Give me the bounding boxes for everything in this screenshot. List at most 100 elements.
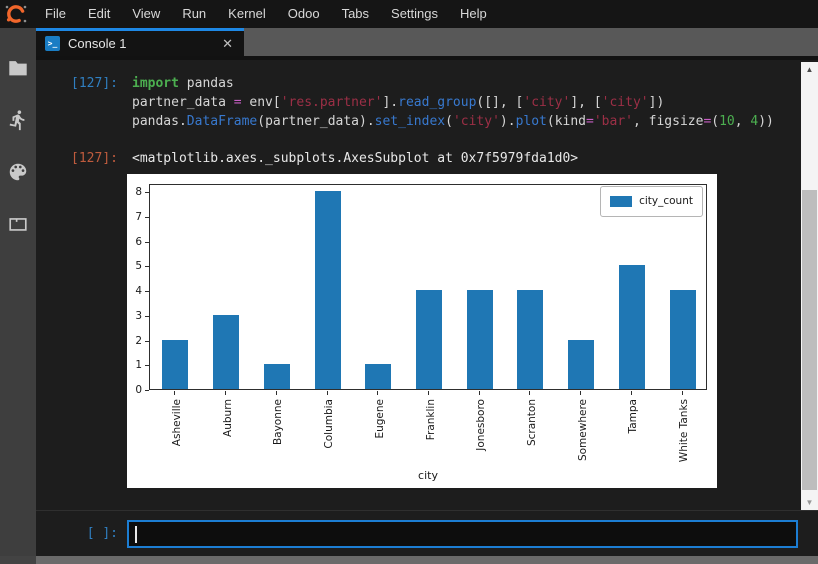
tab-close-icon[interactable]: ✕	[220, 36, 235, 52]
menu-item-help[interactable]: Help	[449, 0, 498, 28]
menu-item-file[interactable]: File	[34, 0, 77, 28]
x-tick-label-text: Somewhere	[574, 399, 593, 461]
code-token-plain: ).	[500, 114, 516, 129]
code-token-op: =	[234, 95, 242, 110]
code-token-str: 'city'	[523, 95, 570, 110]
output-text: <matplotlib.axes._subplots.AxesSubplot a…	[127, 149, 801, 168]
code-token-op: =	[586, 114, 594, 129]
code-line: import pandas	[132, 74, 801, 93]
x-tick-label-text: Eugene	[371, 399, 390, 439]
bar-white-tanks	[670, 290, 696, 389]
x-tick-label: Scranton	[523, 398, 570, 418]
file-browser-icon[interactable]	[0, 42, 36, 94]
x-tick-mark	[225, 391, 226, 395]
x-tick-mark	[276, 391, 277, 395]
y-tick-label: 7	[127, 210, 142, 224]
code-token-plain: ], [	[570, 95, 601, 110]
menu-item-settings[interactable]: Settings	[380, 0, 449, 28]
menu-item-odoo[interactable]: Odoo	[277, 0, 331, 28]
console-input[interactable]	[127, 520, 798, 548]
code-token-plain: (kind	[547, 114, 586, 129]
code-cell[interactable]: [127]: import pandaspartner_data = env['…	[36, 74, 801, 131]
x-tick-label: Bayonne	[269, 398, 315, 418]
scroll-up-arrow-icon[interactable]: ▲	[801, 62, 818, 77]
command-palette-icon[interactable]	[0, 146, 36, 198]
x-tick-mark	[580, 391, 581, 395]
menu-items: FileEditViewRunKernelOdooTabsSettingsHel…	[34, 0, 498, 28]
chart-legend: city_count	[600, 186, 703, 217]
x-tick-mark	[682, 391, 683, 395]
code-token-str: 'city'	[602, 95, 649, 110]
code-editor[interactable]: import pandas partner_data = env['res.par…	[127, 74, 801, 131]
code-token-str: 'bar'	[594, 114, 633, 129]
code-token-plain: pandas.	[132, 114, 187, 129]
legend-label: city_count	[639, 192, 693, 211]
code-token-kw: import	[132, 76, 179, 91]
menu-item-run[interactable]: Run	[171, 0, 217, 28]
bar-columbia	[315, 191, 341, 389]
status-bar	[0, 556, 818, 564]
y-tick-mark	[145, 390, 149, 391]
code-token-plain: env[	[242, 95, 281, 110]
code-token-fn: read_group	[398, 95, 476, 110]
code-token-num: 10	[719, 114, 735, 129]
x-tick-mark	[428, 391, 429, 395]
menu-item-kernel[interactable]: Kernel	[217, 0, 277, 28]
code-token-fn: plot	[516, 114, 547, 129]
vertical-scrollbar[interactable]: ▲ ▼	[801, 62, 818, 510]
x-tick-label: Columbia	[320, 398, 370, 418]
console-panel: [127]: import pandaspartner_data = env['…	[36, 60, 818, 510]
code-token-plain: , figsize	[633, 114, 703, 129]
x-tick-label: White Tanks	[675, 398, 738, 418]
menu-item-view[interactable]: View	[121, 0, 171, 28]
bar-eugene	[365, 364, 391, 389]
code-token-plain: (	[445, 114, 453, 129]
scroll-down-arrow-icon[interactable]: ▼	[801, 495, 818, 510]
x-tick-label: Franklin	[422, 398, 463, 418]
code-token-fn: DataFrame	[187, 114, 257, 129]
status-bar-right	[36, 556, 818, 564]
output-cell: [127]: <matplotlib.axes._subplots.AxesSu…	[36, 149, 801, 168]
new-input-prompt: [ ]:	[36, 526, 127, 541]
jupyterlab-window: FileEditViewRunKernelOdooTabsSettingsHel…	[0, 0, 818, 564]
status-bar-left	[0, 556, 36, 564]
y-tick-label: 3	[127, 309, 142, 323]
y-tick-mark	[145, 291, 149, 292]
text-caret	[135, 526, 137, 543]
code-token-plain: ])	[649, 95, 665, 110]
x-tick-label: Eugene	[371, 398, 411, 418]
menu-item-tabs[interactable]: Tabs	[331, 0, 380, 28]
y-tick-label: 5	[127, 259, 142, 273]
code-token-plain: partner_data	[132, 95, 234, 110]
y-tick-mark	[145, 316, 149, 317]
code-token-plain: pandas	[179, 76, 234, 91]
output-prompt: [127]:	[36, 149, 127, 168]
odoo-logo-icon	[4, 2, 28, 26]
figure-prompt-spacer	[36, 174, 127, 488]
console-input-area: [ ]:	[36, 510, 818, 556]
bar-asheville	[162, 340, 188, 389]
code-token-str: 'city'	[453, 114, 500, 129]
x-tick-label-text: Tampa	[624, 399, 643, 433]
code-token-str: 'res.partner'	[281, 95, 383, 110]
scrollbar-thumb[interactable]	[802, 190, 817, 490]
open-tabs-icon[interactable]	[0, 198, 36, 250]
x-tick-label: Auburn	[219, 398, 257, 418]
x-tick-label-text: Scranton	[523, 399, 542, 446]
y-tick-label: 1	[127, 358, 142, 372]
running-sessions-icon[interactable]	[0, 94, 36, 146]
x-tick-label-text: Asheville	[168, 399, 187, 446]
x-tick-label-text: Jonesboro	[472, 399, 491, 451]
x-tick-label: Asheville	[168, 398, 215, 418]
menu-item-edit[interactable]: Edit	[77, 0, 121, 28]
figure-output-row: 012345678AshevilleAuburnBayonneColumbiaE…	[36, 174, 801, 488]
y-tick-label: 0	[127, 383, 142, 397]
code-line: pandas.DataFrame(partner_data).set_index…	[132, 112, 801, 131]
tab-bar: >_ Console 1 ✕	[36, 28, 818, 56]
tab-console-1[interactable]: >_ Console 1 ✕	[36, 28, 244, 56]
y-tick-mark	[145, 341, 149, 342]
y-tick-mark	[145, 192, 149, 193]
console-content: [127]: import pandaspartner_data = env['…	[36, 60, 801, 510]
y-tick-label: 6	[127, 235, 142, 249]
bar-jonesboro	[467, 290, 493, 389]
